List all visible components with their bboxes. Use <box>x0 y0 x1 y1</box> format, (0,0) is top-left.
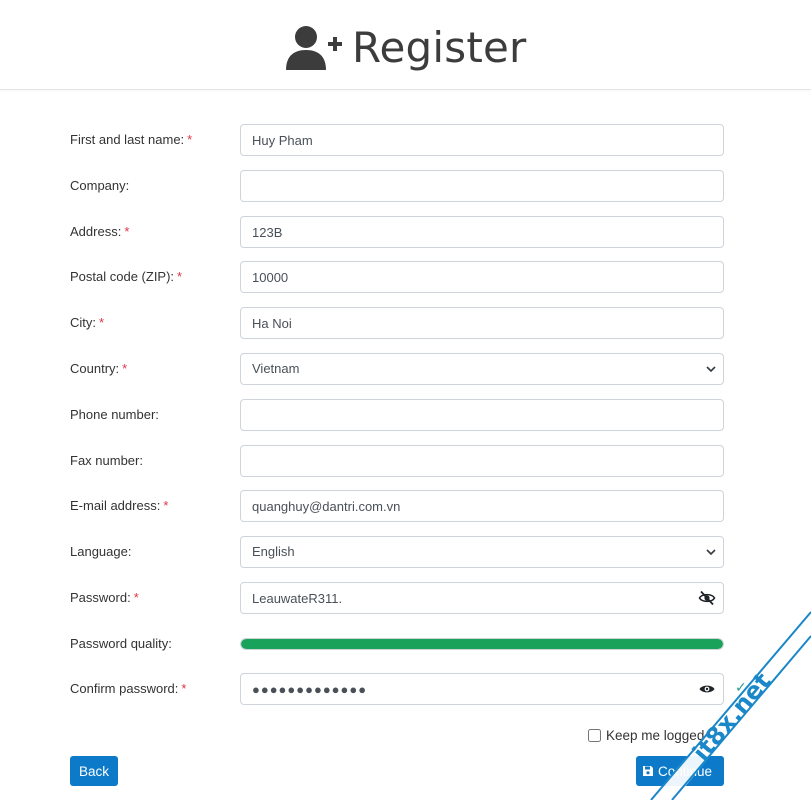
email-input[interactable] <box>240 490 724 522</box>
label-fax: Fax number: <box>70 453 143 468</box>
label-confirm-password: Confirm password: * <box>70 681 187 696</box>
eye-icon[interactable] <box>698 680 716 698</box>
row-phone: Phone number: <box>0 399 811 431</box>
label-zip: Postal code (ZIP): * <box>70 269 183 284</box>
check-icon: ✓ <box>735 679 747 695</box>
password-input[interactable] <box>240 582 724 614</box>
country-select[interactable]: Vietnam <box>240 353 724 385</box>
row-email: E-mail address: * <box>0 490 811 522</box>
label-address: Address: * <box>70 224 130 239</box>
phone-input[interactable] <box>240 399 724 431</box>
back-button[interactable]: Back <box>70 756 118 786</box>
page-header: Register <box>0 0 811 90</box>
required-mark: * <box>181 681 187 696</box>
label-password-quality: Password quality: <box>70 636 172 651</box>
label-email: E-mail address: * <box>70 498 169 513</box>
row-country: Country: * Vietnam <box>0 353 811 385</box>
password-field <box>240 582 724 614</box>
continue-button[interactable]: Continue <box>636 756 724 786</box>
row-city: City: * <box>0 307 811 339</box>
row-name: First and last name: * <box>0 124 811 156</box>
keep-logged-in-label: Keep me logged in <box>606 727 719 743</box>
name-input[interactable] <box>240 124 724 156</box>
confirm-password-field <box>240 673 724 705</box>
keep-logged-in-checkbox[interactable] <box>588 728 601 742</box>
row-address: Address: * <box>0 216 811 248</box>
label-password: Password: * <box>70 590 139 605</box>
required-mark: * <box>187 132 193 147</box>
label-phone: Phone number: <box>70 407 159 422</box>
label-name: First and last name: * <box>70 132 193 147</box>
required-mark: * <box>99 315 105 330</box>
continue-button-label: Continue <box>658 763 713 779</box>
row-fax: Fax number: <box>0 445 811 477</box>
row-company: Company: <box>0 170 811 202</box>
label-language: Language: <box>70 544 132 559</box>
row-language: Language: English <box>0 536 811 568</box>
page-title: Register <box>286 22 527 74</box>
fax-input[interactable] <box>240 445 724 477</box>
language-select-value[interactable]: English <box>240 536 724 568</box>
company-input[interactable] <box>240 170 724 202</box>
save-icon <box>643 766 653 776</box>
required-mark: * <box>163 498 169 513</box>
required-mark: * <box>133 590 139 605</box>
page-title-text: Register <box>352 23 527 72</box>
language-select[interactable]: English <box>240 536 724 568</box>
password-quality-bar <box>240 638 724 650</box>
row-password: Password: * <box>0 582 811 614</box>
address-input[interactable] <box>240 216 724 248</box>
label-company: Company: <box>70 178 130 193</box>
label-country: Country: * <box>70 361 128 376</box>
required-mark: * <box>124 224 130 239</box>
eye-slash-icon[interactable] <box>698 589 716 607</box>
confirm-password-input[interactable] <box>240 673 724 705</box>
user-plus-icon <box>286 26 342 70</box>
label-city: City: * <box>70 315 105 330</box>
row-password-quality: Password quality: <box>0 628 811 660</box>
required-mark: * <box>122 361 128 376</box>
row-confirm-password: Confirm password:* ✓ <box>0 673 811 705</box>
password-quality-fill <box>241 639 723 649</box>
row-zip: Postal code (ZIP): * <box>0 261 811 293</box>
required-mark: * <box>177 269 183 284</box>
zip-input[interactable] <box>240 261 724 293</box>
city-input[interactable] <box>240 307 724 339</box>
keep-logged-in[interactable]: Keep me logged in <box>588 725 719 745</box>
country-select-value[interactable]: Vietnam <box>240 353 724 385</box>
